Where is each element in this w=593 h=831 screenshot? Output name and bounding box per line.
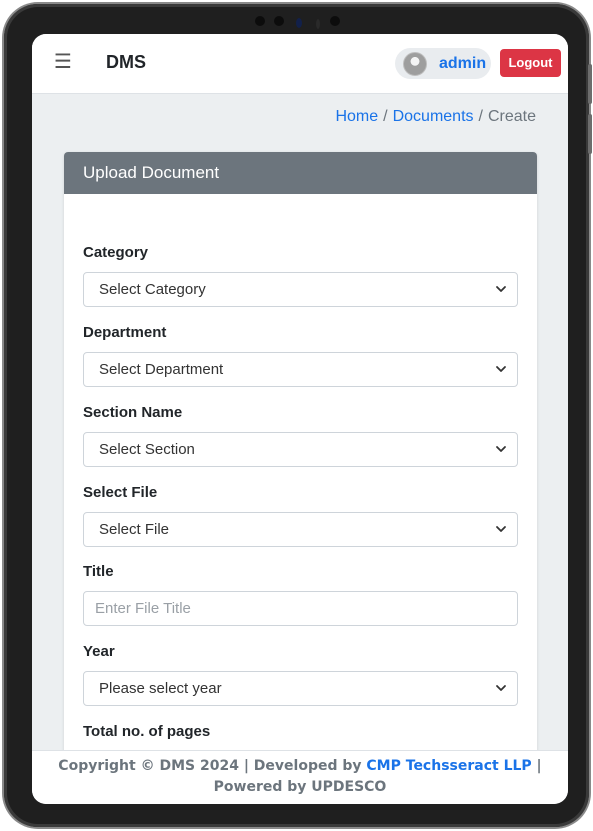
logout-button[interactable]: Logout <box>500 49 561 77</box>
breadcrumb: Home / Documents / Create <box>335 106 536 128</box>
year-select-value: Please select year <box>99 680 222 697</box>
section-select-value: Select Section <box>99 441 195 458</box>
breadcrumb-home[interactable]: Home <box>335 108 378 125</box>
screen: ☰ DMS admin Logout Home / Documents / Create… <box>32 34 568 804</box>
department-select[interactable]: Select Department <box>83 352 518 387</box>
camera-lens <box>296 18 302 28</box>
user-menu[interactable]: admin <box>395 48 491 79</box>
camera-sensor <box>316 19 320 29</box>
breadcrumb-separator: / <box>478 108 483 125</box>
title-label: Title <box>83 563 114 580</box>
year-group: Year Please select year <box>83 643 518 706</box>
chevron-down-icon <box>496 286 506 292</box>
breadcrumb-separator: / <box>383 108 388 125</box>
brand-name[interactable]: DMS <box>106 50 146 74</box>
file-select-value: Select File <box>99 521 170 538</box>
chevron-down-icon <box>496 685 506 691</box>
category-group: Category Select Category <box>83 244 518 307</box>
volume-button <box>588 64 592 104</box>
year-select[interactable]: Please select year <box>83 671 518 706</box>
navbar: ☰ DMS admin Logout <box>32 34 568 94</box>
department-label: Department <box>83 324 167 341</box>
camera-dot <box>274 16 284 26</box>
category-select-value: Select Category <box>99 281 206 298</box>
upload-card: Upload Document Category Select Category… <box>64 152 537 792</box>
year-label: Year <box>83 643 115 660</box>
chevron-down-icon <box>496 446 506 452</box>
category-select[interactable]: Select Category <box>83 272 518 307</box>
pages-group: Total no. of pages <box>83 723 518 741</box>
breadcrumb-current: Create <box>487 108 536 125</box>
avatar-icon <box>403 52 427 76</box>
camera-dot <box>330 16 340 26</box>
breadcrumb-documents[interactable]: Documents <box>393 108 474 125</box>
file-group: Select File Select File <box>83 484 518 547</box>
footer: Copyright © DMS 2024 | Developed by CMP … <box>32 750 568 804</box>
file-label: Select File <box>83 484 158 501</box>
card-title: Upload Document <box>64 152 537 194</box>
section-select[interactable]: Select Section <box>83 432 518 467</box>
chevron-down-icon <box>496 366 506 372</box>
department-group: Department Select Department <box>83 324 518 387</box>
user-name: admin <box>439 55 487 72</box>
footer-company-link[interactable]: CMP Techsseract LLP <box>366 758 531 774</box>
category-label: Category <box>83 244 149 261</box>
title-input[interactable] <box>83 591 518 626</box>
department-select-value: Select Department <box>99 361 224 378</box>
menu-icon[interactable]: ☰ <box>54 50 72 74</box>
section-label: Section Name <box>83 404 183 421</box>
tablet-frame: ☰ DMS admin Logout Home / Documents / Create… <box>4 4 592 827</box>
camera-dot <box>255 16 265 26</box>
file-select[interactable]: Select File <box>83 512 518 547</box>
volume-button <box>588 114 592 154</box>
chevron-down-icon <box>496 526 506 532</box>
pages-label: Total no. of pages <box>83 723 211 740</box>
footer-copyright: Copyright © DMS 2024 | Developed by <box>58 758 367 774</box>
section-group: Section Name Select Section <box>83 404 518 467</box>
title-group: Title <box>83 563 518 626</box>
